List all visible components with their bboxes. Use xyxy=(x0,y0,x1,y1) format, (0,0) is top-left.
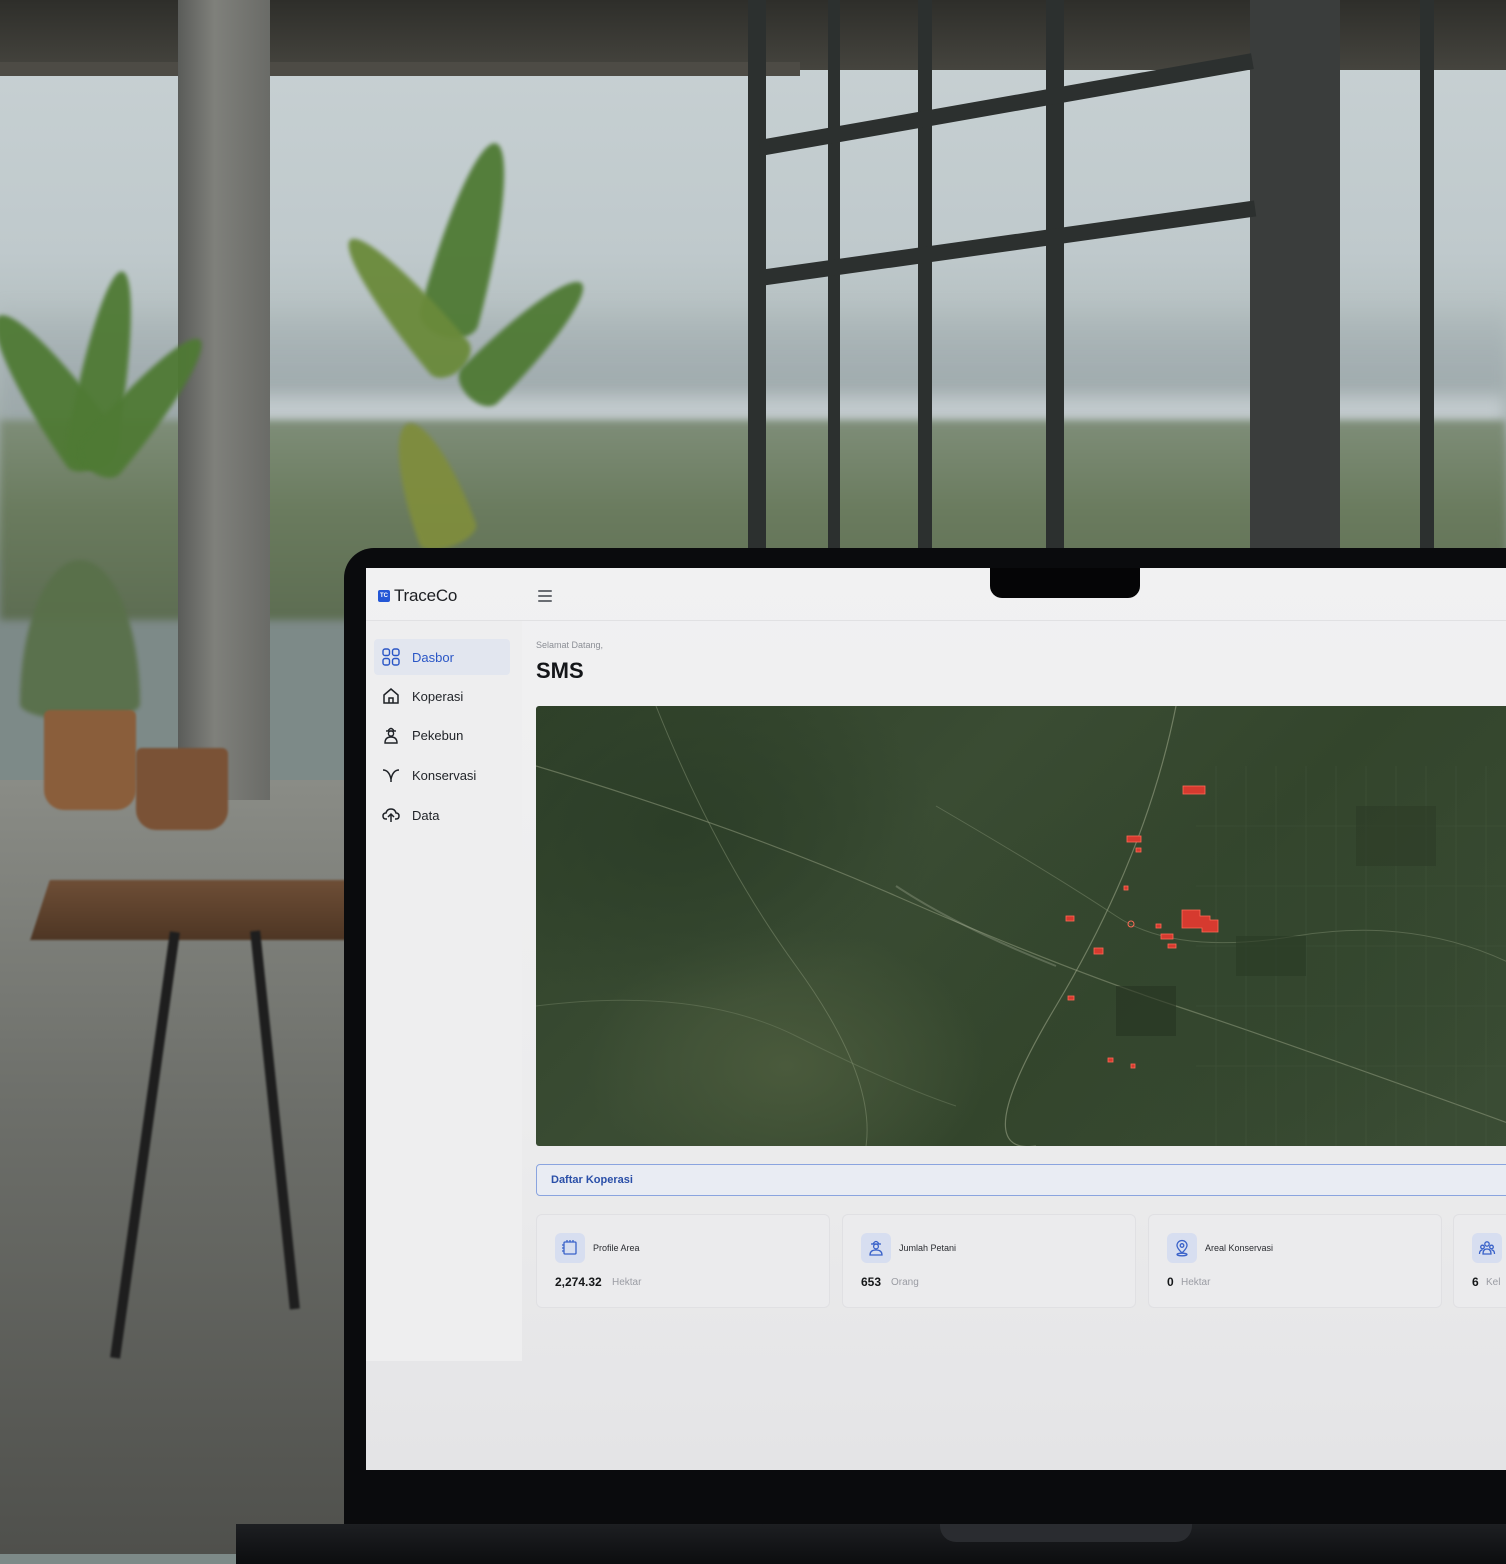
logo-mark-icon: TC xyxy=(378,590,390,602)
area-icon xyxy=(555,1233,585,1263)
app-logo[interactable]: TC TraceCo xyxy=(378,586,457,606)
map-overlay xyxy=(536,706,1506,1146)
plot-polygon xyxy=(1107,1057,1114,1063)
app-screen: TC TraceCo Dasbor Koperasi Pekebun Konse… xyxy=(366,568,1506,1470)
location-pin-icon xyxy=(1167,1233,1197,1263)
window-frame xyxy=(828,0,840,560)
sidebar-item-pekebun[interactable]: Pekebun xyxy=(374,717,510,753)
plant-pot xyxy=(44,710,136,810)
card-value: 0 xyxy=(1167,1275,1174,1289)
laptop-base-lip xyxy=(940,1524,1192,1542)
stat-card-profile-area[interactable]: Profile Area 2,274.32 Hektar xyxy=(536,1214,830,1308)
card-unit: Kel xyxy=(1486,1277,1501,1288)
grid-icon xyxy=(380,646,402,668)
plant-pot xyxy=(136,748,228,830)
window-frame xyxy=(1046,0,1064,560)
card-value: 653 xyxy=(861,1275,882,1289)
ceiling-beam xyxy=(0,62,800,76)
sidebar-item-konservasi[interactable]: Konservasi xyxy=(374,757,510,793)
plot-polygon xyxy=(1130,1063,1136,1069)
sidebar-item-koperasi[interactable]: Koperasi xyxy=(374,678,510,714)
card-unit: Orang xyxy=(891,1277,919,1288)
plot-polygon xyxy=(1155,923,1162,929)
stat-card-kelompok[interactable]: 6 Kel xyxy=(1453,1214,1506,1308)
sidebar-item-label: Data xyxy=(412,807,440,823)
camera-notch xyxy=(990,568,1140,598)
plot-polygon xyxy=(1182,785,1206,795)
sidebar-item-label: Pekebun xyxy=(412,727,464,743)
farmer-icon xyxy=(380,724,402,746)
satellite-map[interactable] xyxy=(536,706,1506,1146)
group-icon xyxy=(1472,1233,1502,1263)
card-value: 2,274.32 xyxy=(555,1275,602,1289)
forest-patch xyxy=(1236,936,1306,976)
top-bar: TC TraceCo xyxy=(366,568,1506,621)
sidebar-item-label: Koperasi xyxy=(412,688,464,704)
table xyxy=(30,880,380,940)
forest-patch xyxy=(1356,806,1436,866)
plot-polygon xyxy=(1067,995,1075,1001)
card-label: Jumlah Petani xyxy=(899,1243,957,1253)
sidebar-item-dasbor[interactable]: Dasbor xyxy=(374,639,510,675)
forest-patch xyxy=(1116,986,1176,1036)
home-icon xyxy=(380,685,402,707)
plot-polygon xyxy=(1181,909,1219,933)
app-name: TraceCo xyxy=(394,586,458,605)
sidebar-item-data[interactable]: Data xyxy=(374,797,510,833)
card-label: Areal Konservasi xyxy=(1205,1243,1274,1253)
window-frame xyxy=(918,0,932,560)
stat-card-jumlah-petani[interactable]: Jumlah Petani 653 Orang xyxy=(842,1214,1136,1308)
plot-polygon xyxy=(1093,947,1104,955)
plot-polygon xyxy=(1065,915,1075,922)
window-frame xyxy=(1250,0,1340,560)
cloud-upload-icon xyxy=(380,804,402,826)
plot-polygon xyxy=(1135,847,1142,853)
sidebar: Dasbor Koperasi Pekebun Konservasi Data xyxy=(366,621,522,1361)
welcome-text: Selamat Datang, xyxy=(536,640,604,650)
page-title: SMS xyxy=(536,658,584,683)
concrete-column xyxy=(178,0,270,800)
hamburger-menu-icon[interactable] xyxy=(538,590,552,602)
stat-card-areal-konservasi[interactable]: Areal Konservasi 0 Hektar xyxy=(1148,1214,1442,1308)
window-frame xyxy=(1420,0,1434,560)
card-unit: Hektar xyxy=(1181,1277,1211,1288)
plot-polygon xyxy=(1123,885,1129,891)
daftar-koperasi-tab[interactable]: Daftar Koperasi xyxy=(536,1164,1506,1196)
plot-polygon xyxy=(1160,933,1174,940)
section-label: Daftar Koperasi xyxy=(551,1174,633,1186)
leaf-icon xyxy=(380,764,402,786)
farmer-icon xyxy=(861,1233,891,1263)
sidebar-item-label: Dasbor xyxy=(412,649,454,665)
plot-polygon xyxy=(1126,835,1142,843)
card-unit: Hektar xyxy=(612,1277,642,1288)
plot-polygon xyxy=(1167,943,1177,949)
card-value: 6 xyxy=(1472,1275,1479,1289)
card-label: Profile Area xyxy=(593,1243,640,1253)
laptop-base xyxy=(236,1524,1506,1564)
sidebar-item-label: Konservasi xyxy=(412,767,477,783)
